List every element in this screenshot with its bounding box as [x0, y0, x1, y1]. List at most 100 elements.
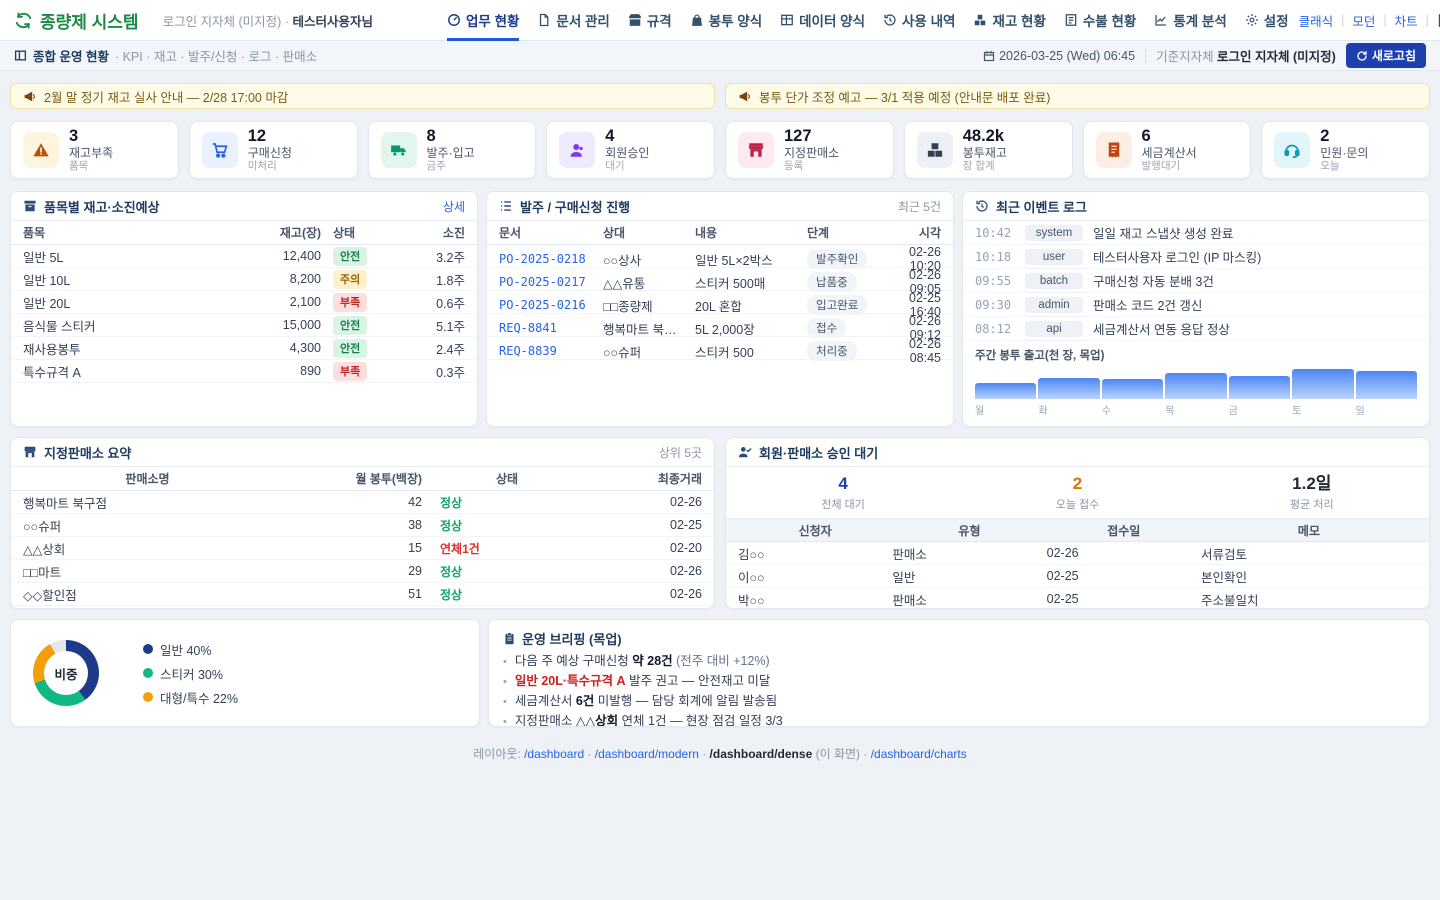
store-icon	[23, 445, 37, 459]
log-item: 09:30admin판매소 코드 2건 갱신	[963, 293, 1429, 317]
kpi-orders-inbound[interactable]: 8발주·입고금주	[368, 121, 537, 179]
kpi-member-approvals[interactable]: 4회원승인대기	[546, 121, 715, 179]
nav-item-inventory[interactable]: 재고 현황	[973, 0, 1045, 41]
log-tag: batch	[1025, 273, 1083, 289]
link-modern[interactable]: 모던	[1352, 11, 1375, 30]
stage-badge: 납품중	[807, 272, 857, 292]
weekday-label: 토	[1292, 402, 1353, 417]
weekly-bar	[1102, 369, 1163, 399]
footer-link-dashboard[interactable]: /dashboard	[524, 747, 584, 761]
sellers-panel: 지정판매소 요약 상위 5곳 판매소명 월 봉투(백장) 상태 최종거래 행복마…	[10, 437, 715, 609]
user-check-icon	[738, 445, 752, 459]
log-tag: system	[1025, 225, 1083, 241]
seller-state: 연체1건	[440, 542, 480, 556]
table-row[interactable]: 재사용봉투4,300 안전 2.4주	[11, 337, 477, 360]
weekly-bar	[975, 369, 1036, 399]
clipboard-icon	[503, 632, 516, 645]
notice-price-change[interactable]: 봉투 단가 조정 예고 — 3/1 적용 예정 (안내문 배포 완료)	[725, 83, 1430, 109]
boxes-icon	[917, 132, 953, 168]
document-link[interactable]: PO-2025-0218	[499, 252, 603, 266]
document-link[interactable]: PO-2025-0216	[499, 298, 603, 312]
divider: |	[1426, 13, 1429, 27]
nav-item-data-forms[interactable]: 데이터 양식	[780, 0, 865, 41]
table-row[interactable]: REQ-8839 ○○슈퍼스티커 500 처리중 02-26 08:45	[487, 337, 953, 360]
weekly-bar	[1229, 369, 1290, 399]
table-icon	[780, 13, 794, 27]
table-row[interactable]: 특수규격 A890 부족 0.3주	[11, 360, 477, 383]
nav-item-statistics[interactable]: 통계 분석	[1154, 0, 1226, 41]
app-logo[interactable]: 종량제 시스템	[14, 8, 139, 33]
table-row[interactable]: 행복마트 북구점42 정상 02-26	[11, 491, 714, 514]
main-nav: 업무 현황 문서 관리 규격 봉투 양식 데이터 양식 사용 내역 재고 현황	[447, 0, 1289, 41]
approval-stats: 4 전체 대기 2 오늘 접수 1.2일 평균 처리	[726, 467, 1429, 518]
kpi-purchase-requests[interactable]: 12구매신청미처리	[189, 121, 358, 179]
briefing-panel: 운영 브리핑 (목업) 다음 주 예상 구매신청 약 28건 (전주 대비 +1…	[488, 619, 1430, 727]
refresh-button[interactable]: 새로고침	[1346, 43, 1426, 68]
table-row[interactable]: 박○○판매소 02-25주소불일치	[726, 588, 1429, 609]
archive-icon	[23, 199, 37, 213]
receipt-icon	[1096, 132, 1132, 168]
status-badge: 주의	[333, 270, 367, 289]
line-chart-icon	[1154, 13, 1168, 27]
store-icon	[738, 132, 774, 168]
cart-icon	[202, 132, 238, 168]
orders-panel-title: 발주 / 구매신청 진행	[499, 197, 630, 216]
link-classic[interactable]: 클래식	[1299, 11, 1334, 30]
table-row[interactable]: PO-2025-0216 □□종량제20L 혼합 입고완료 02-25 16:4…	[487, 291, 953, 314]
nav-item-documents[interactable]: 문서 관리	[537, 0, 609, 41]
document-link[interactable]: PO-2025-0217	[499, 275, 603, 289]
nav-item-specs[interactable]: 규격	[628, 0, 672, 41]
document-link[interactable]: REQ-8841	[499, 321, 603, 335]
log-item: 10:18user테스터사용자 로그인 (IP 마스킹)	[963, 245, 1429, 269]
legend-item: 스티커 30%	[143, 664, 238, 683]
refresh-icon	[1356, 50, 1368, 62]
table-row[interactable]: △△상회15 연체1건 02-20	[11, 537, 714, 560]
table-row[interactable]: ○○슈퍼38 정상 02-25	[11, 514, 714, 537]
share-donut-panel: 비중 일반 40% 스티커 30% 대형/특수 22%	[10, 619, 480, 727]
status-badge: 안전	[333, 339, 367, 358]
kpi-designated-sellers[interactable]: 127지정판매소등록	[725, 121, 894, 179]
table-row[interactable]: 이○○일반 02-25본인확인	[726, 565, 1429, 588]
divider: |	[1341, 13, 1344, 27]
kpi-low-stock[interactable]: 3재고부족품목	[10, 121, 179, 179]
weekly-bar	[1292, 369, 1353, 399]
ledger-icon	[1064, 13, 1078, 27]
footer-link-modern[interactable]: /dashboard/modern	[595, 747, 699, 761]
legend-dot	[143, 668, 153, 678]
table-row[interactable]: 일반 20L2,100 부족 0.6주	[11, 291, 477, 314]
status-badge: 안전	[333, 316, 367, 335]
nav-item-usage-history[interactable]: 사용 내역	[883, 0, 955, 41]
user-name: 테스터사용자님	[292, 15, 373, 29]
sellers-count-label: 상위 5곳	[659, 444, 702, 461]
table-row[interactable]: □□마트29 정상 02-26	[11, 560, 714, 583]
document-link[interactable]: REQ-8839	[499, 344, 603, 358]
breadcrumb: · KPI · 재고 · 발주/신청 · 로그 · 판매소	[115, 46, 317, 65]
table-row[interactable]: ◇◇할인점51 정상 02-26	[11, 583, 714, 606]
kpi-bag-inventory[interactable]: 48.2k봉투재고장 합계	[904, 121, 1073, 179]
table-row[interactable]: REQ-8841 행복마트 북…5L 2,000장 접수 02-26 09:12	[487, 314, 953, 337]
table-row[interactable]: 음식물 스티커15,000 안전 5.1주	[11, 314, 477, 337]
kpi-tax-invoices[interactable]: 6세금계산서발행대기	[1083, 121, 1252, 179]
table-row[interactable]: 일반 5L12,400 안전 3.2주	[11, 245, 477, 268]
kpi-card-row: 3재고부족품목 12구매신청미처리 8발주·입고금주 4회원승인대기 127지정…	[10, 121, 1430, 179]
nav-item-settings[interactable]: 설정	[1245, 0, 1289, 41]
notice-inventory-audit[interactable]: 2월 말 정기 재고 실사 안내 — 2/28 17:00 마감	[10, 83, 715, 109]
table-row[interactable]: 일반 10L8,200 주의 1.8주	[11, 268, 477, 291]
briefing-item: 지정판매소 △△상회 연체 1건 — 현장 점검 일정 3/3	[503, 712, 1415, 727]
stock-detail-link[interactable]: 상세	[443, 200, 465, 214]
kpi-complaints[interactable]: 2민원·문의오늘	[1261, 121, 1430, 179]
table-row[interactable]: PO-2025-0217 △△유통스티커 500매 납품중 02-26 09:0…	[487, 268, 953, 291]
nav-item-work-status[interactable]: 업무 현황	[447, 0, 519, 41]
status-badge: 부족	[333, 293, 367, 312]
link-chart[interactable]: 차트	[1395, 11, 1418, 30]
table-row[interactable]: PO-2025-0218 ○○상사일반 5L×2박스 발주확인 02-26 10…	[487, 245, 953, 268]
nav-item-ledger[interactable]: 수불 현황	[1064, 0, 1136, 41]
box-icon	[628, 13, 642, 27]
footer-link-charts[interactable]: /dashboard/charts	[871, 747, 967, 761]
log-tag: user	[1025, 249, 1083, 265]
chart-title: 주간 봉투 출고(천 장, 목업)	[975, 347, 1417, 363]
nav-item-bag-forms[interactable]: 봉투 양식	[690, 0, 762, 41]
table-row[interactable]: 김○○판매소 02-26서류검토	[726, 542, 1429, 565]
user-icon	[559, 132, 595, 168]
stage-badge: 발주확인	[807, 249, 867, 269]
